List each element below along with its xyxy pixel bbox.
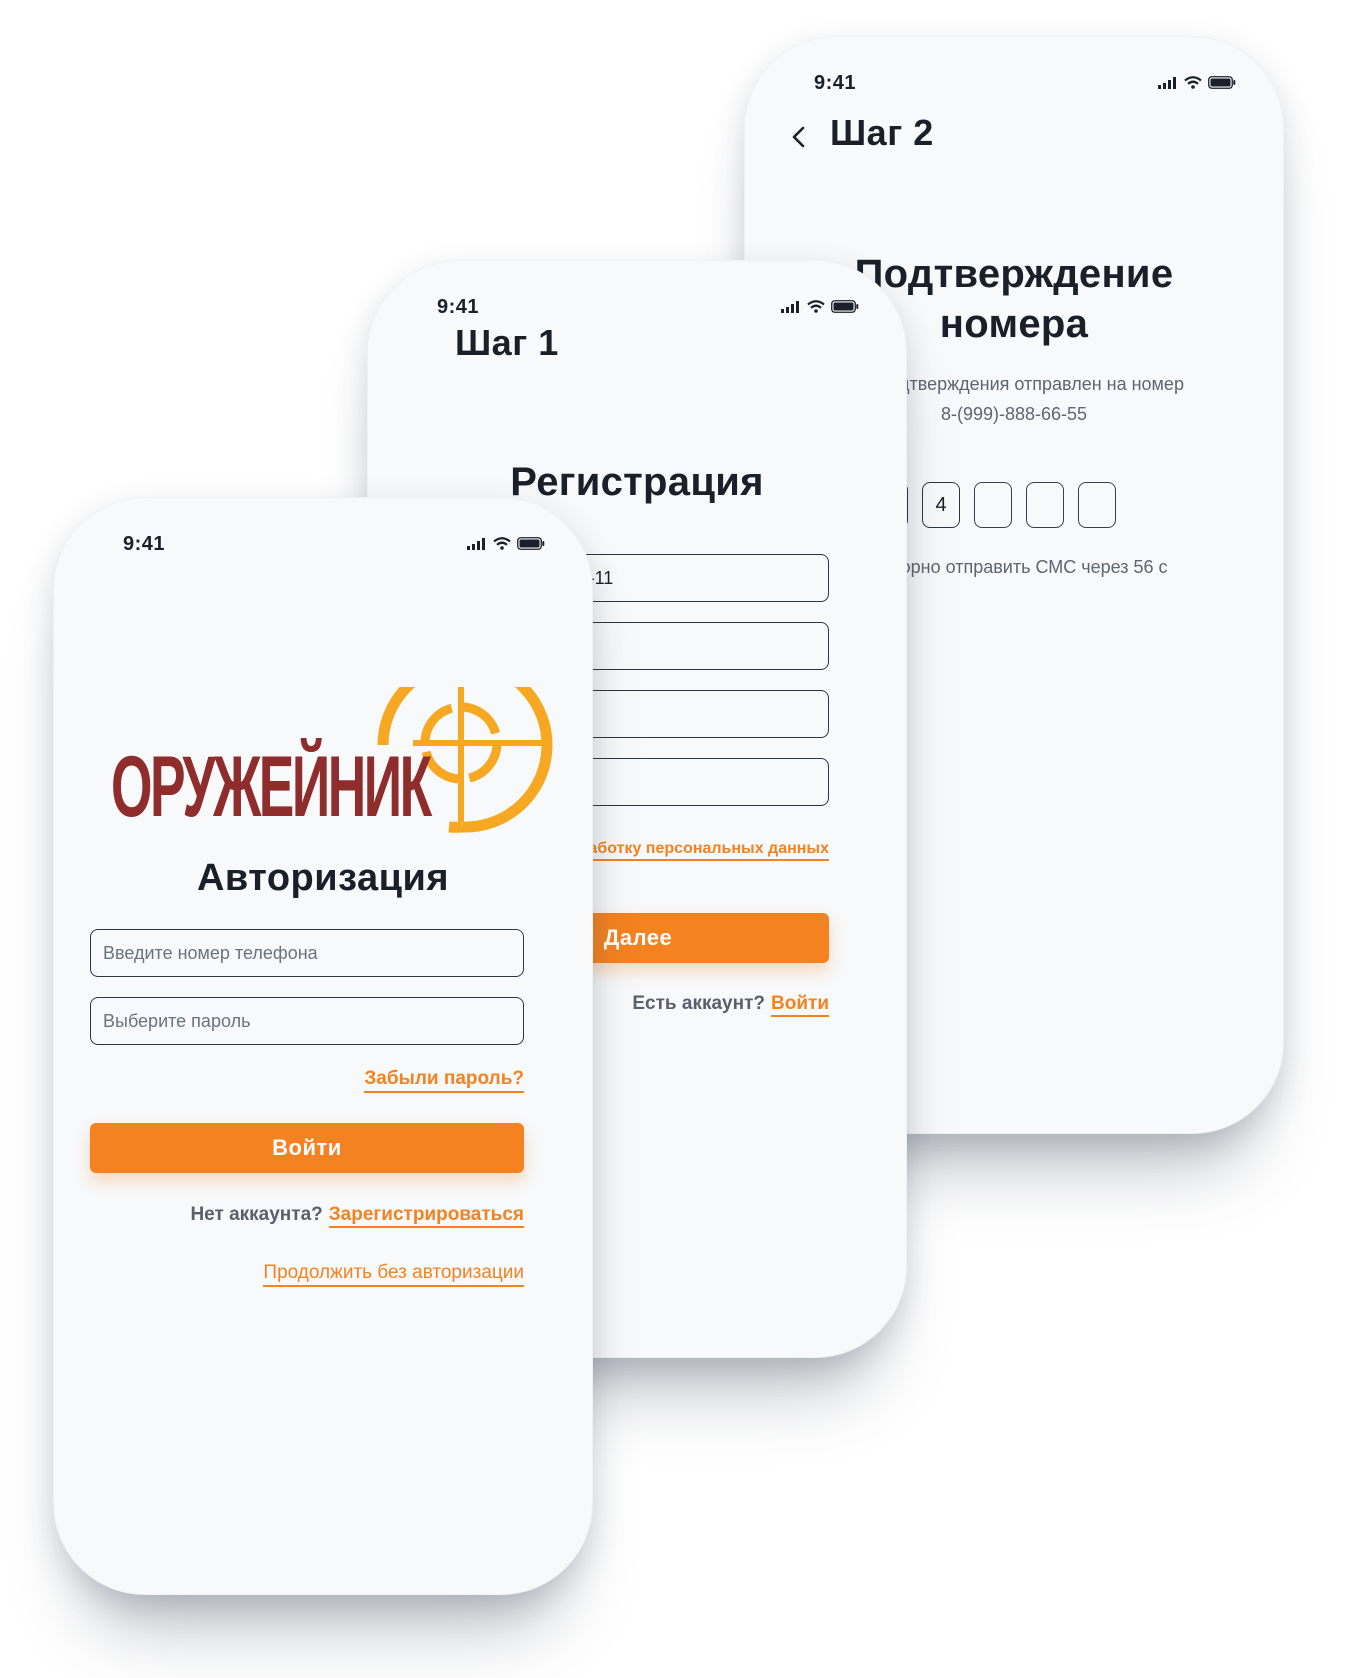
register-link[interactable]: Зарегистрироваться — [328, 1204, 524, 1228]
status-icons — [467, 537, 545, 550]
login-button[interactable]: Войти — [90, 1123, 524, 1173]
wifi-icon — [1184, 76, 1202, 89]
have-account-row: Есть аккаунт? Войти — [632, 993, 829, 1017]
status-time: 9:41 — [123, 533, 166, 555]
battery-icon — [1208, 76, 1236, 89]
status-time: 9:41 — [814, 72, 857, 94]
status-bar: 9:41 — [367, 260, 907, 340]
brand-logo-text: ОРУЖЕЙНИК — [111, 739, 432, 835]
code-digit-5[interactable] — [1078, 482, 1116, 528]
skip-auth-link[interactable]: Продолжить без авторизации — [263, 1262, 524, 1287]
signal-icon — [467, 537, 485, 550]
step-title: Шаг 2 — [830, 112, 934, 153]
code-digit-4[interactable] — [1026, 482, 1064, 528]
status-bar: 9:41 — [53, 497, 593, 577]
forgot-password-link[interactable]: Забыли пароль? — [364, 1068, 524, 1093]
password-field[interactable] — [90, 997, 524, 1045]
step-title: Шаг 1 — [455, 322, 559, 363]
phone-field[interactable] — [90, 929, 524, 977]
status-icons — [781, 300, 859, 313]
wifi-icon — [493, 537, 511, 550]
status-time: 9:41 — [437, 296, 480, 318]
code-digit-2[interactable]: 4 — [922, 482, 960, 528]
status-icons — [1158, 76, 1236, 89]
battery-icon — [517, 537, 545, 550]
battery-icon — [831, 300, 859, 313]
phone-input[interactable] — [101, 941, 523, 965]
no-account-row: Нет аккаунта? Зарегистрироваться — [190, 1204, 524, 1228]
status-bar: 9:41 — [744, 36, 1284, 116]
password-input[interactable] — [101, 1009, 523, 1033]
phone-screen-login: 9:41 ОРУЖЕЙНИК Авторизация Забыли пароль… — [53, 497, 593, 1595]
wifi-icon — [807, 300, 825, 313]
login-link[interactable]: Войти — [771, 993, 829, 1017]
brand-logo: ОРУЖЕЙНИК — [53, 687, 593, 877]
back-button[interactable] — [784, 122, 814, 152]
no-account-text: Нет аккаунта? — [190, 1204, 323, 1225]
have-account-text: Есть аккаунт? — [632, 993, 765, 1014]
signal-icon — [1158, 76, 1176, 89]
signal-icon — [781, 300, 799, 313]
page-heading: Авторизация — [196, 857, 450, 899]
code-digit-3[interactable] — [974, 482, 1012, 528]
chevron-left-icon — [792, 126, 805, 148]
